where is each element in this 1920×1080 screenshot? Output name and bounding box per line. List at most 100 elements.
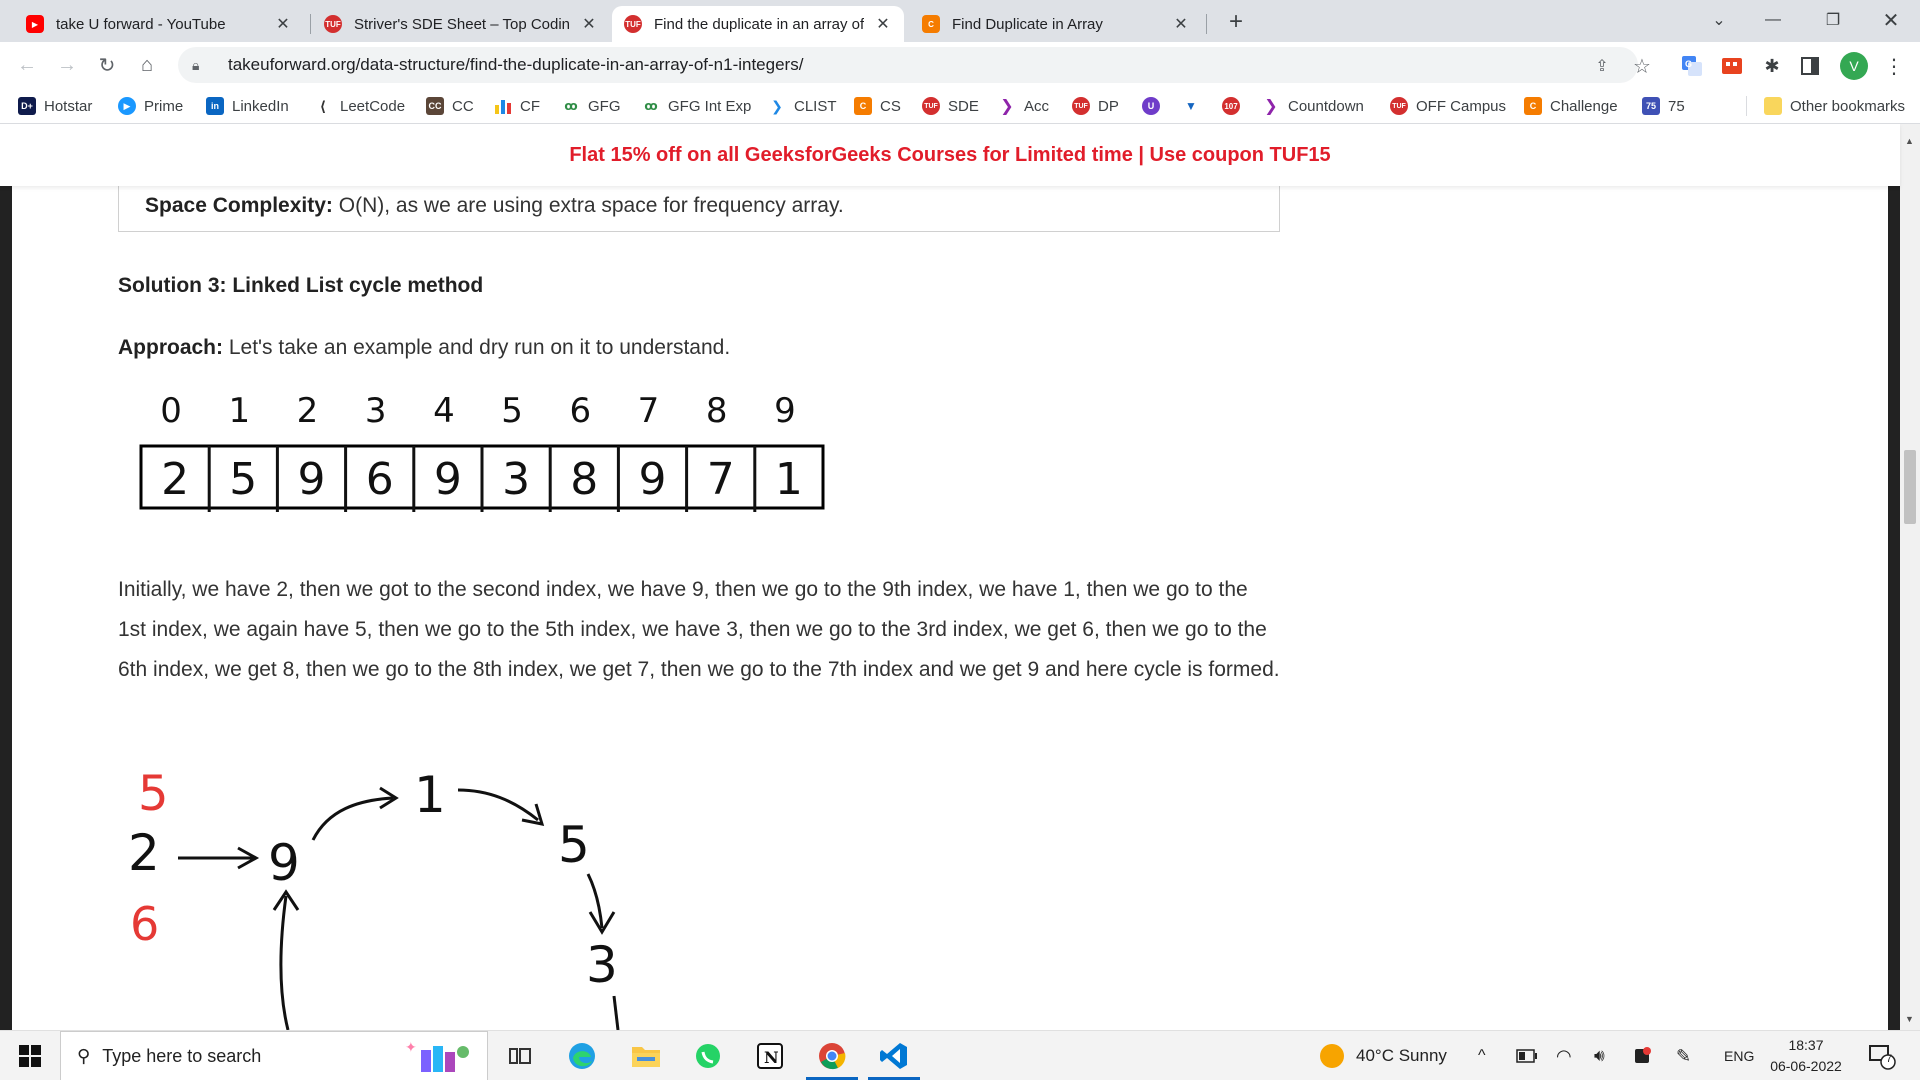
array-value: 9 [434,454,462,505]
new-tab-button[interactable]: + [1222,8,1250,36]
bookmark-badge-107[interactable]: 107 [1222,94,1248,118]
chrome-menu-icon[interactable]: ⋮ [1882,54,1906,78]
array-value: 5 [229,454,257,505]
close-icon[interactable]: ✕ [274,14,292,34]
side-panel-icon[interactable] [1798,54,1822,78]
browser-toolbar: ← → ↻ ⌂ 🔒︎ takeuforward.org/data-structu… [0,42,1920,88]
scrollbar-thumb[interactable] [1904,450,1916,524]
other-bookmarks[interactable]: Other bookmarks [1764,94,1905,118]
bookmark-cc[interactable]: CC CC [426,94,474,118]
bookmark-clist[interactable]: ❯ CLIST [768,94,837,118]
promo-banner[interactable]: Flat 15% off on all GeeksforGeeks Course… [0,124,1900,186]
red-mark-top: 5 [138,766,169,822]
scroll-up-icon[interactable]: ▲ [1905,136,1914,146]
system-clock[interactable]: 18:37 06-06-2022 [1766,1035,1846,1077]
bookmark-leetcode[interactable]: ⟨ LeetCode [314,94,405,118]
wifi-icon[interactable]: ◠ [1556,1031,1572,1080]
tray-app-icon[interactable] [1632,1031,1652,1080]
bookmark-dp[interactable]: TUF DP [1072,94,1119,118]
google-translate-icon[interactable]: G [1680,54,1704,78]
profile-avatar[interactable]: V [1840,52,1868,80]
countdown-icon: ❯ [1264,98,1278,115]
bookmark-star-icon[interactable]: ☆ [1630,54,1654,78]
space-complexity-text: O(N), as we are using extra space for fr… [332,194,844,217]
clock-time: 18:37 [1788,1037,1824,1053]
bookmark-75[interactable]: 75 75 [1642,94,1685,118]
bookmark-cf[interactable]: CF [494,94,540,118]
close-icon[interactable]: ✕ [580,14,598,34]
bookmark-label: CLIST [794,97,837,115]
arrow-9-to-1 [311,796,394,841]
tab-search-chevron-icon[interactable]: ⌄ [1694,0,1744,40]
extension-red-icon[interactable] [1720,54,1744,78]
bookmark-filter[interactable]: ▼ [1182,94,1208,118]
edge-icon[interactable] [556,1036,608,1076]
bookmark-unstop[interactable]: U [1142,94,1168,118]
weather-widget[interactable]: 40°C Sunny [1320,1031,1447,1080]
bookmark-hotstar[interactable]: D+ Hotstar [18,94,92,118]
extensions-puzzle-icon[interactable]: ✱ [1760,54,1784,78]
scroll-down-icon[interactable]: ▼ [1905,1014,1914,1024]
bookmark-acc[interactable]: ❯ Acc [998,94,1049,118]
task-view-icon[interactable] [494,1036,546,1076]
node-1: 1 [414,766,446,824]
tab-find-duplicate-cn[interactable]: C Find Duplicate in Array ✕ [910,6,1202,42]
bookmark-cs[interactable]: C CS [854,94,901,118]
bookmark-label: Countdown [1288,97,1364,115]
page-right-edge [1888,186,1900,1030]
notification-center-icon[interactable]: 7 [1868,1031,1896,1080]
bookmark-countdown[interactable]: ❯ Countdown [1262,94,1364,118]
windows-start-button[interactable] [0,1031,60,1080]
forward-arrow-icon[interactable]: → [52,50,82,80]
array-value: 6 [366,454,394,505]
index-row: 0 1 2 3 4 5 6 7 8 9 [160,391,795,431]
tab-youtube[interactable]: ▶ take U forward - YouTube ✕ [14,6,304,42]
vertical-scrollbar[interactable]: ▲ ▼ [1900,124,1920,1030]
close-icon[interactable]: ✕ [874,14,892,34]
tab-title: Find the duplicate in an array of N [654,15,864,33]
address-bar[interactable]: 🔒︎ takeuforward.org/data-structure/find-… [178,47,1638,83]
unstop-icon: U [1142,97,1160,115]
gfg-icon: ꝏ [642,97,660,115]
language-indicator[interactable]: ENG [1724,1031,1754,1080]
share-icon[interactable]: ⇪ [1590,54,1614,78]
taskbar-search-box[interactable]: ⚲ Type here to search ✦ [60,1031,488,1080]
bookmark-challenge[interactable]: C Challenge [1524,94,1618,118]
codingninjas-icon: C [854,97,872,115]
svg-text:N: N [764,1048,779,1067]
close-window-button[interactable]: ✕ [1866,0,1916,40]
back-arrow-icon[interactable]: ← [12,50,42,80]
bookmark-gfg-int-exp[interactable]: ꝏ GFG Int Exp [642,94,751,118]
tab-find-duplicate-active[interactable]: TUF Find the duplicate in an array of N … [612,6,904,42]
pen-icon[interactable]: ✎ [1676,1031,1691,1080]
red-mark-bottom: 6 [130,897,159,951]
node-9: 9 [268,834,300,892]
array-index-label: 6 [569,391,591,431]
chrome-icon[interactable] [806,1036,858,1080]
tray-overflow-chevron-icon[interactable]: ^ [1478,1031,1486,1080]
arrow-back-to-9 [279,895,290,1030]
volume-icon[interactable]: 🔊︎ [1594,1031,1605,1080]
array-value: 3 [502,454,530,505]
tab-strivers-sheet[interactable]: TUF Striver's SDE Sheet – Top Coding ✕ [312,6,610,42]
whatsapp-icon[interactable] [682,1036,734,1076]
minimize-button[interactable]: — [1748,0,1798,40]
bookmark-prime[interactable]: ▶ Prime [118,94,183,118]
home-icon[interactable]: ⌂ [132,50,162,80]
notion-icon[interactable]: N [744,1036,796,1076]
bookmark-gfg[interactable]: ꝏ GFG [562,94,621,118]
bookmark-linkedin[interactable]: in LinkedIn [206,94,289,118]
reload-icon[interactable]: ↻ [92,50,122,80]
value-row: 2596938971 [161,446,803,512]
bookmark-sde[interactable]: TUF SDE [922,94,979,118]
approach-line: Approach: Let's take an example and dry … [118,336,730,360]
file-explorer-icon[interactable] [620,1036,672,1076]
search-icon: ⚲ [77,1045,91,1066]
vscode-icon[interactable] [868,1036,920,1080]
restore-button[interactable]: ❐ [1808,0,1858,40]
battery-icon[interactable] [1516,1031,1538,1080]
close-icon[interactable]: ✕ [1172,14,1190,34]
bookmark-off-campus[interactable]: TUF OFF Campus [1390,94,1506,118]
bookmark-label: LeetCode [340,97,406,115]
search-placeholder: Type here to search [102,1045,262,1066]
